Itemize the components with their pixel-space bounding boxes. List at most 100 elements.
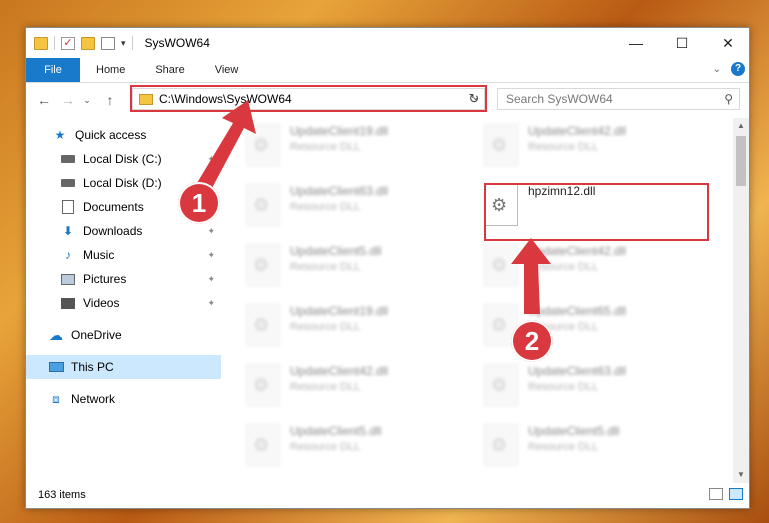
dll-file-icon [246,364,280,406]
list-item[interactable]: UpdateClient63.dll Resource DLL [246,184,476,238]
toolbar-divider [54,36,55,50]
dll-file-icon [484,364,518,406]
file-name: UpdateClient63.dll [528,364,627,378]
sidebar-item-videos[interactable]: Videos ✦ [26,291,221,315]
properties-icon[interactable]: ✓ [61,36,75,50]
pin-icon[interactable]: ✦ [207,154,215,165]
file-type: Resource DLL [290,261,361,273]
address-bar[interactable]: C:\Windows\SysWOW64 ⌄ [132,88,485,110]
list-item[interactable]: UpdateClient5.dll Resource DLL [484,424,714,478]
list-item[interactable]: UpdateClient19.dll Resource DLL [246,304,476,358]
sidebar-item-label: Documents [83,200,144,214]
videos-icon [60,296,76,310]
step-badge-1: 1 [178,182,220,224]
dll-file-icon [484,424,518,466]
documents-icon [60,200,76,214]
refresh-button[interactable]: ↻ [463,88,485,110]
minimize-button[interactable]: — [613,28,659,58]
list-item[interactable]: UpdateClient19.dll Resource DLL [246,124,476,178]
vertical-scrollbar[interactable]: ▲ ▼ [733,118,749,483]
scroll-thumb[interactable] [736,136,746,186]
list-item[interactable]: UpdateClient63.dll Resource DLL [484,364,714,418]
sidebar-item-label: OneDrive [71,328,122,342]
expand-ribbon-icon[interactable]: ⌄ [713,64,721,75]
pin-icon[interactable]: ✦ [207,226,215,237]
view-options-icon[interactable] [101,36,115,50]
tab-home[interactable]: Home [80,58,140,82]
file-type: Resource DLL [290,441,361,453]
list-item[interactable]: UpdateClient42.dll Resource DLL [484,244,714,298]
dll-file-icon [484,124,518,166]
dll-file-icon [246,244,280,286]
navigation-pane: ★ Quick access Local Disk (C:) ✦ Local D… [26,123,221,483]
sidebar-item-label: Music [83,248,115,262]
scroll-down-arrow[interactable]: ▼ [733,467,749,483]
customize-toolbar-icon[interactable]: ▾ [121,38,126,49]
file-name: UpdateClient42.dll [528,124,627,138]
forward-button[interactable]: → [56,92,80,108]
title-bar: ✓ ▾ SysWOW64 — ☐ ✕ [26,28,749,58]
sidebar-item-label: Network [71,392,116,406]
file-name: hpzimn12.dll [528,184,596,198]
recent-locations-button[interactable]: ⌄ [80,95,94,106]
list-item[interactable]: UpdateClient42.dll Resource DLL [484,124,714,178]
file-name: UpdateClient19.dll [290,304,389,318]
list-item[interactable]: UpdateClient5.dll Resource DLL [246,244,476,298]
pin-icon[interactable]: ✦ [207,298,215,309]
search-box[interactable]: ⚲ [497,88,740,110]
sidebar-item-quick-access[interactable]: ★ Quick access [26,123,221,147]
file-name: UpdateClient42.dll [290,364,389,378]
tab-view[interactable]: View [200,58,254,82]
search-input[interactable] [506,92,706,106]
scroll-up-arrow[interactable]: ▲ [733,118,749,134]
sidebar-item-pictures[interactable]: Pictures ✦ [26,267,221,291]
large-icons-view-icon[interactable] [729,488,743,500]
sidebar-item-label: Pictures [83,272,127,286]
file-list: UpdateClient19.dll Resource DLL UpdateCli… [236,118,736,483]
quick-access-toolbar: ✓ ▾ [26,28,133,58]
music-icon: ♪ [65,248,71,262]
file-type: Resource DLL [290,141,361,153]
list-item-hpzimn12[interactable]: hpzimn12.dll [484,184,714,238]
file-name: UpdateClient63.dll [290,184,389,198]
file-type: Resource DLL [528,441,599,453]
dll-file-icon [246,424,280,466]
file-type: Resource DLL [528,141,599,153]
back-button[interactable]: ← [32,92,56,108]
computer-icon [48,360,64,374]
folder-icon [34,36,48,50]
search-icon[interactable]: ⚲ [724,92,733,106]
sidebar-item-this-pc[interactable]: This PC [26,355,221,379]
address-path[interactable]: C:\Windows\SysWOW64 [159,92,292,106]
details-view-icon[interactable] [709,488,723,500]
sidebar-item-music[interactable]: ♪ Music ✦ [26,243,221,267]
tab-file[interactable]: File [26,58,80,82]
sidebar-item-onedrive[interactable]: ☁ OneDrive [26,323,221,347]
pin-icon[interactable]: ✦ [207,274,215,285]
file-type: Resource DLL [528,381,599,393]
explorer-window: ✓ ▾ SysWOW64 — ☐ ✕ File Home Share View … [25,27,750,509]
cloud-icon: ☁ [49,326,63,343]
dll-file-icon [484,184,518,226]
tab-share[interactable]: Share [140,58,199,82]
sidebar-item-local-disk-c[interactable]: Local Disk (C:) ✦ [26,147,221,171]
dll-file-icon [246,304,280,346]
list-item[interactable]: UpdateClient42.dll Resource DLL [246,364,476,418]
star-icon: ★ [54,128,66,142]
network-icon: ⧈ [52,391,60,406]
sidebar-item-label: Videos [83,296,120,310]
file-name: UpdateClient5.dll [290,424,382,438]
list-item[interactable]: UpdateClient5.dll Resource DLL [246,424,476,478]
close-button[interactable]: ✕ [705,28,749,58]
sidebar-item-label: Downloads [83,224,143,238]
maximize-button[interactable]: ☐ [659,28,705,58]
file-name: UpdateClient42.dll [528,244,627,258]
new-folder-icon[interactable] [81,36,95,50]
status-bar: 163 items [26,482,749,508]
help-icon[interactable]: ? [731,62,745,76]
file-name: UpdateClient5.dll [528,424,620,438]
up-button[interactable]: ↑ [98,92,122,108]
sidebar-item-label: This PC [71,360,114,374]
pin-icon[interactable]: ✦ [207,250,215,261]
sidebar-item-network[interactable]: ⧈ Network [26,387,221,411]
